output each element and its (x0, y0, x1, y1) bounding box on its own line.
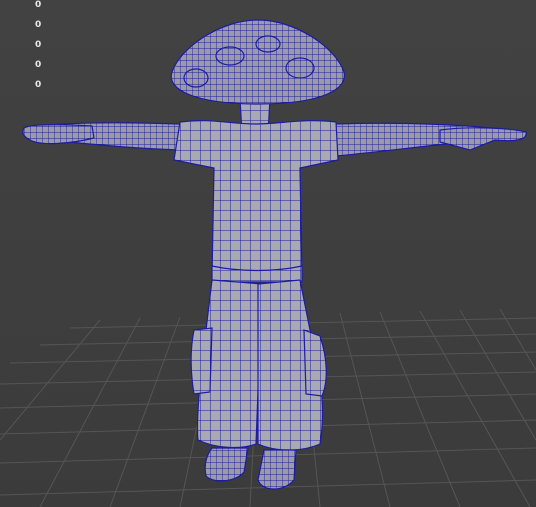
scene-canvas (0, 19, 536, 507)
left-pocket (190, 327, 213, 395)
right-hand (439, 127, 527, 151)
right-foot (257, 449, 297, 490)
left-hand (22, 124, 95, 145)
mushroom-hat (170, 19, 345, 105)
left-foot (204, 447, 249, 482)
torso (173, 120, 339, 279)
3d-viewport[interactable]: 0 0 0 0 0 (0, 0, 536, 507)
right-pocket (303, 329, 327, 397)
character-mesh[interactable] (22, 19, 527, 490)
